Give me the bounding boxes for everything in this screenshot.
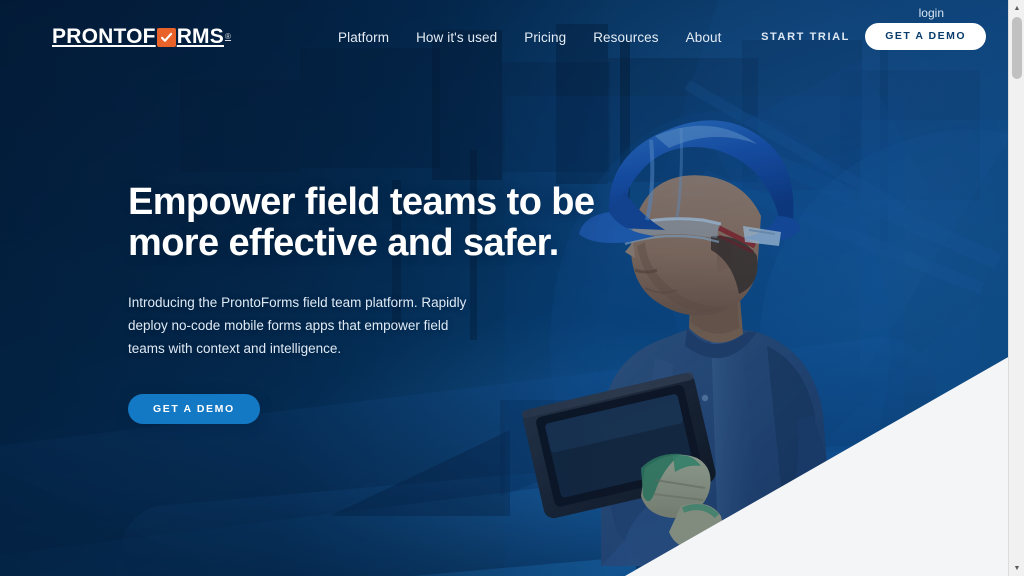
scrollbar-thumb[interactable]	[1012, 17, 1022, 79]
logo-text-part-two: RMS	[176, 25, 224, 48]
hero-copy: Empower field teams to be more effective…	[128, 181, 598, 425]
prontoforms-logo[interactable]: PRONTOF RMS ®	[52, 26, 231, 47]
page-viewport: Empower field teams to be more effective…	[0, 0, 1008, 576]
browser-page: Empower field teams to be more effective…	[0, 0, 1024, 576]
headline-line-2: more effective and safer.	[128, 222, 559, 265]
login-link[interactable]: login	[919, 6, 944, 20]
logo-trademark: ®	[224, 32, 232, 41]
nav-item-platform[interactable]: Platform	[338, 30, 389, 45]
nav-item-about[interactable]: About	[686, 30, 722, 45]
logo-text-part-one: PRONTOF	[52, 25, 156, 48]
headline-line-1: Empower field teams to be	[128, 181, 595, 223]
main-navigation: Platform How it's used Pricing Resources…	[338, 30, 721, 45]
nav-item-resources[interactable]: Resources	[593, 30, 658, 45]
start-trial-link[interactable]: START TRIAL	[761, 31, 850, 43]
check-icon	[156, 28, 176, 47]
nav-item-pricing[interactable]: Pricing	[524, 30, 566, 45]
nav-item-how-its-used[interactable]: How it's used	[416, 30, 497, 45]
page-title: Empower field teams to be more effective…	[128, 181, 598, 265]
scrollbar-up-arrow-icon[interactable]: ▲	[1009, 0, 1024, 16]
scrollbar-down-arrow-icon[interactable]: ▼	[1009, 560, 1024, 576]
hero-get-a-demo-button[interactable]: GET A DEMO	[128, 394, 260, 425]
vertical-scrollbar[interactable]: ▲ ▼	[1008, 0, 1024, 576]
hero-subcopy: Introducing the ProntoForms field team p…	[128, 294, 467, 357]
site-header: PRONTOF RMS ® Platform How it's used Pri…	[0, 0, 1008, 72]
header-get-a-demo-button[interactable]: GET A DEMO	[865, 23, 986, 50]
